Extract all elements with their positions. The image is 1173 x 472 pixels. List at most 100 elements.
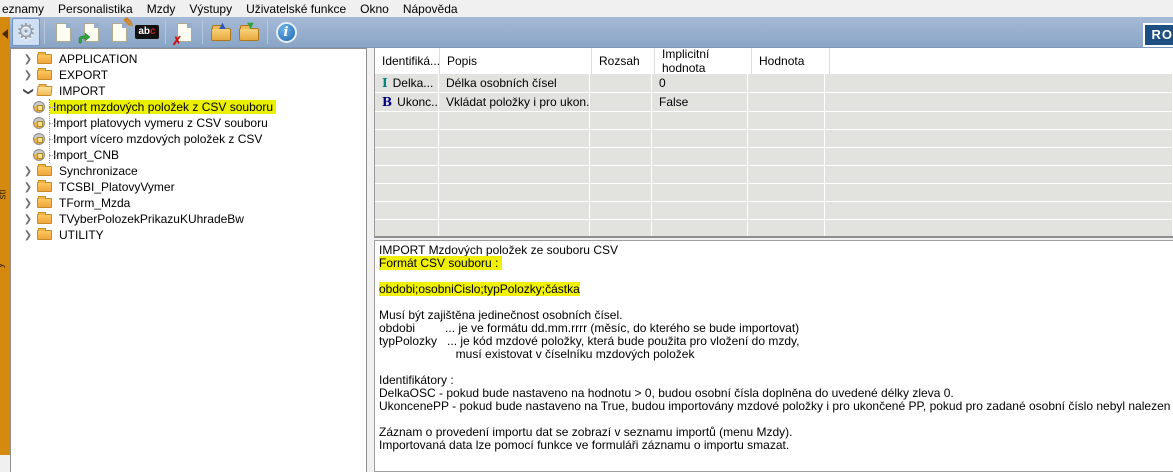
- chevron-right-icon[interactable]: ❯: [23, 166, 33, 177]
- folder-icon: [37, 182, 52, 192]
- grid-cell: [825, 184, 1173, 202]
- tree-item[interactable]: ❯IMPORT: [11, 83, 366, 99]
- grid-cell: [439, 184, 590, 202]
- menu-bar: eznamyPersonalistikaMzdyVýstupyUživatels…: [0, 0, 1173, 17]
- collapsed-side-tab[interactable]: sti y: [0, 17, 10, 455]
- chevron-right-icon[interactable]: ❯: [23, 54, 33, 65]
- blue-up-arrow-icon: ▲: [217, 21, 228, 32]
- grid-cell: False: [652, 93, 748, 112]
- tree-item[interactable]: ❯ APPLICATION: [11, 51, 366, 67]
- grid-cell: 0: [652, 74, 748, 93]
- chevron-right-icon[interactable]: ❯: [23, 230, 33, 241]
- abc-icon: abc: [135, 25, 158, 39]
- tree-item[interactable]: ❯Synchronizace: [11, 163, 366, 179]
- chevron-right-icon[interactable]: ❯: [23, 214, 33, 225]
- menu-item-3[interactable]: Výstupy: [182, 1, 239, 17]
- column-header[interactable]: Identifiká...: [375, 48, 440, 74]
- chevron-right-icon[interactable]: ❯: [23, 198, 33, 209]
- chevron-down-icon[interactable]: ❯: [23, 86, 34, 96]
- grid-cell: [748, 74, 825, 93]
- grid-cell: [439, 148, 590, 166]
- side-tab-text-fragment: sti: [0, 190, 9, 200]
- grid-cell: [590, 74, 652, 93]
- folder-icon: [37, 166, 52, 176]
- menu-item-6[interactable]: Nápověda: [396, 1, 465, 17]
- tree-item-label: EXPORT: [56, 68, 111, 82]
- grid-cell: [748, 166, 825, 184]
- column-header[interactable]: Rozsah: [592, 48, 655, 74]
- grid-cell: [590, 184, 652, 202]
- info-icon: i: [276, 22, 297, 43]
- settings-button[interactable]: ⚙: [12, 18, 40, 46]
- folder-open-button[interactable]: ▼: [235, 18, 263, 46]
- toolbar-separator: [165, 20, 166, 44]
- folder-icon: [37, 198, 52, 208]
- empty-grid-row[interactable]: [375, 184, 1173, 202]
- new-document-button[interactable]: [49, 18, 77, 46]
- chevron-right-icon[interactable]: ❯: [23, 70, 33, 81]
- menu-item-2[interactable]: Mzdy: [140, 1, 183, 17]
- tree-item[interactable]: ❯UTILITY: [11, 227, 366, 243]
- chevron-right-icon[interactable]: ❯: [23, 182, 33, 193]
- tree-item-label: TForm_Mzda: [56, 196, 133, 210]
- empty-grid-row[interactable]: [375, 148, 1173, 166]
- grid-cell: [825, 166, 1173, 184]
- tree-item-label: Import vícero mzdových položek z CSV: [50, 132, 265, 146]
- tree-item-label: APPLICATION: [56, 52, 140, 66]
- info-button[interactable]: i: [272, 18, 300, 46]
- column-header[interactable]: Popis: [440, 48, 592, 74]
- tree-item[interactable]: ❯ EXPORT: [11, 67, 366, 83]
- grid-cell: [439, 112, 590, 130]
- empty-grid-row[interactable]: [375, 130, 1173, 148]
- tree-item[interactable]: ❯ TForm_Mzda: [11, 195, 366, 211]
- menu-item-4[interactable]: Uživatelské funkce: [239, 1, 353, 17]
- folder-open-icon: ▼: [239, 28, 259, 41]
- tree-item[interactable]: Import vícero mzdových položek z CSV: [11, 131, 366, 147]
- description-line: [379, 361, 1173, 374]
- tree-item[interactable]: ❯ TCSBI_PlatovyVymer: [11, 179, 366, 195]
- tree-item[interactable]: ❯ TVyberPolozekPrikazuKUhradeBw: [11, 211, 366, 227]
- tree-item[interactable]: Import mzdových položek z CSV souboru: [11, 99, 366, 115]
- tree-item-label: TVyberPolozekPrikazuKUhradeBw: [56, 212, 247, 226]
- abc-button[interactable]: abc: [133, 18, 161, 46]
- description-line: Importovaná data lze pomocí funkce ve fo…: [379, 439, 1173, 452]
- folder-icon: [37, 230, 52, 240]
- property-row[interactable]: IDelka...Délka osobních čísel0: [375, 74, 1173, 93]
- ro-badge: RO: [1143, 23, 1173, 47]
- grid-cell: [825, 130, 1173, 148]
- tree-item-label: Import platovych vymeru z CSV souboru: [50, 116, 271, 130]
- delete-document-button[interactable]: ✗: [170, 18, 198, 46]
- edit-document-button[interactable]: ✎: [105, 18, 133, 46]
- empty-grid-row[interactable]: [375, 166, 1173, 184]
- column-header[interactable]: Implicitní hodnota: [655, 48, 752, 74]
- import-document-button[interactable]: [77, 18, 105, 46]
- grid-cell: IDelka...: [375, 74, 439, 93]
- tree-item[interactable]: Import platovych vymeru z CSV souboru: [11, 115, 366, 131]
- empty-grid-row[interactable]: [375, 202, 1173, 220]
- grid-cell: [375, 202, 439, 220]
- column-header[interactable]: Hodnota: [752, 48, 830, 74]
- grid-cell: [375, 220, 439, 238]
- property-row[interactable]: BUkonc...Vkládat položky i pro ukon...Fa…: [375, 93, 1173, 112]
- empty-grid-row[interactable]: [375, 112, 1173, 130]
- grid-cell: [825, 148, 1173, 166]
- tree-item-label: TCSBI_PlatovyVymer: [56, 180, 178, 194]
- toolbar-separator: [44, 20, 45, 44]
- function-icon: [33, 101, 45, 113]
- grid-cell: [652, 148, 748, 166]
- grid-cell: [748, 93, 825, 112]
- grid-cell: [439, 166, 590, 184]
- menu-item-5[interactable]: Okno: [353, 1, 396, 17]
- menu-item-0[interactable]: eznamy: [1, 1, 51, 17]
- side-tab-text-fragment: y: [0, 263, 6, 268]
- green-down-arrow-icon: ▼: [245, 21, 256, 32]
- tree-item[interactable]: Import_CNB: [11, 147, 366, 163]
- grid-cell: [748, 184, 825, 202]
- empty-grid-row[interactable]: [375, 220, 1173, 238]
- collapse-arrow-icon: [2, 29, 8, 39]
- grid-cell: [825, 74, 1173, 93]
- gear-icon: ⚙: [16, 21, 36, 43]
- column-header-filler: [830, 48, 1173, 74]
- folder-export-button[interactable]: ▲: [207, 18, 235, 46]
- grid-cell: [439, 202, 590, 220]
